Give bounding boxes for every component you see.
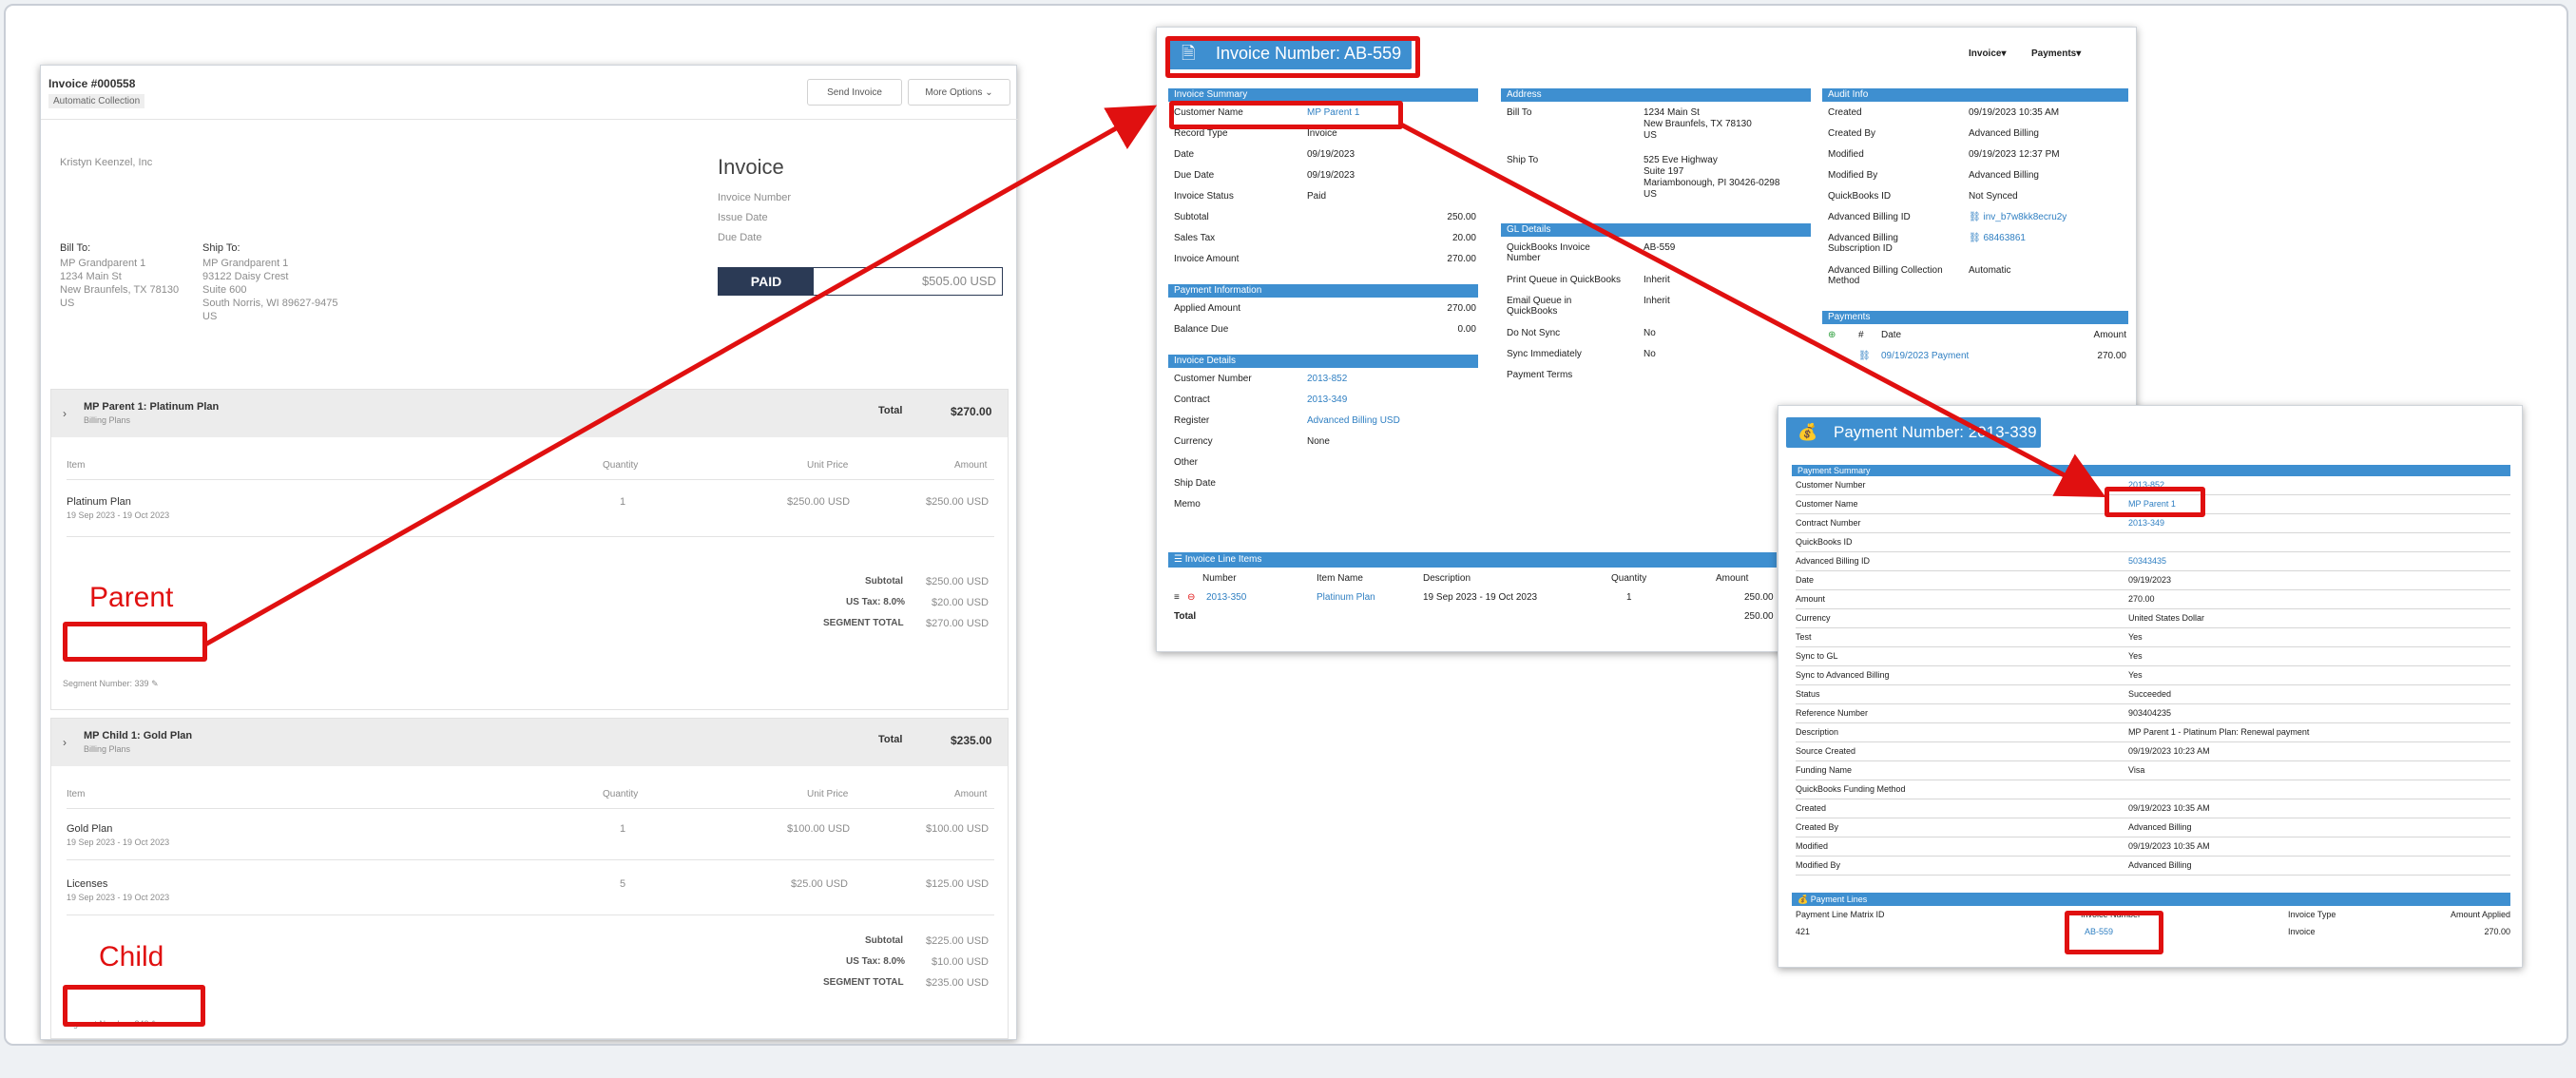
arrows-overlay — [203, 105, 2106, 647]
parent-to-invoice-arrow — [203, 105, 1158, 647]
customer-to-payment-arrow — [1397, 121, 2106, 498]
screenshot-frame: Invoice #000558 Automatic Collection Sen… — [4, 4, 2568, 1046]
